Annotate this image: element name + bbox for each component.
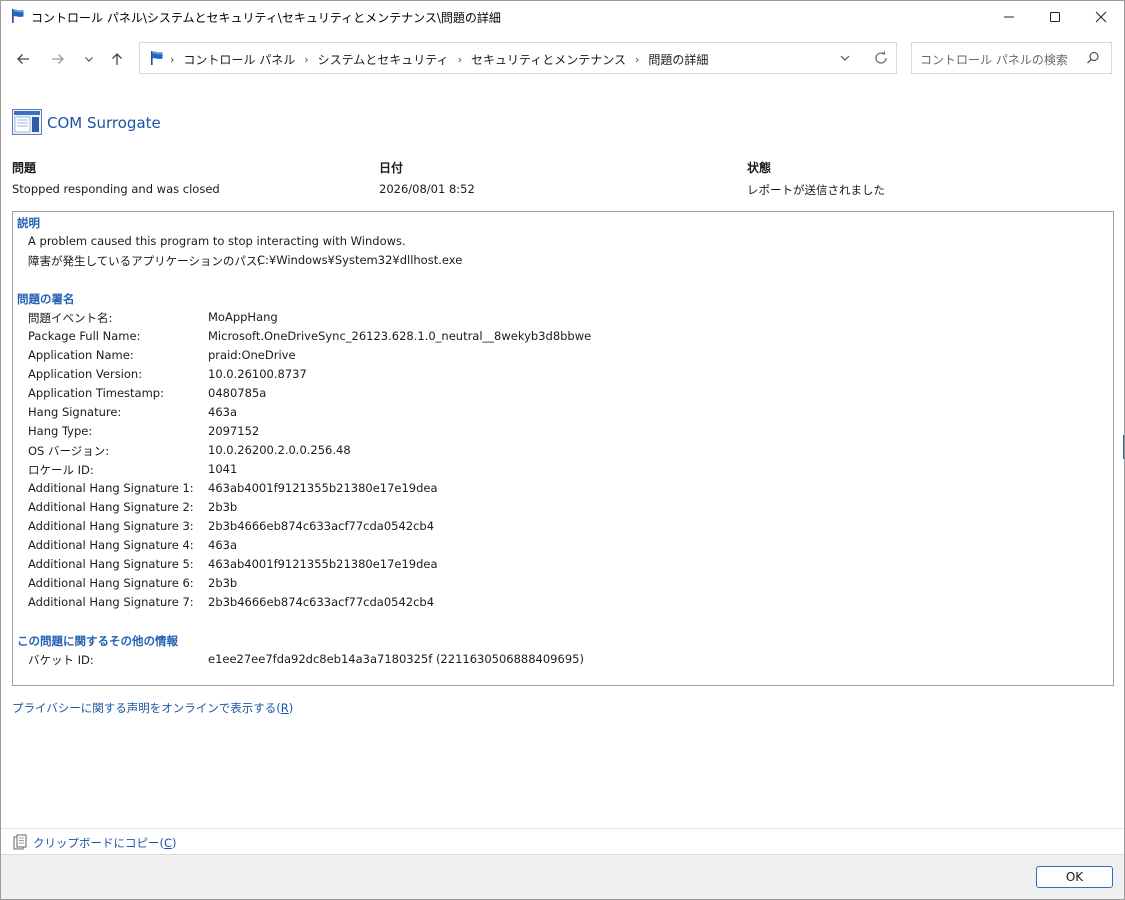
signature-row-label: Application Version: — [28, 367, 143, 381]
chevron-right-icon[interactable]: › — [304, 53, 308, 66]
chevron-down-icon — [85, 57, 93, 62]
chevron-right-icon[interactable]: › — [458, 53, 462, 66]
extra-info-section-title: この問題に関するその他の情報 — [17, 634, 178, 648]
arrow-left-icon — [17, 54, 29, 64]
details-panel: 説明 A problem caused this program to stop… — [12, 211, 1114, 686]
up-button[interactable] — [105, 47, 129, 71]
minimize-button[interactable] — [986, 1, 1032, 32]
signature-row-value: praid:OneDrive — [208, 348, 296, 362]
date-value: 2026/08/01 8:52 — [379, 182, 475, 196]
signature-row-value: 2b3b — [208, 500, 238, 514]
signature-row-label: Additional Hang Signature 3: — [28, 519, 194, 533]
signature-row-label: Application Timestamp: — [28, 386, 164, 400]
arrow-right-icon — [52, 54, 64, 64]
close-icon — [1095, 11, 1107, 22]
privacy-statement-link[interactable]: プライバシーに関する声明をオンラインで表示する(R) — [12, 700, 293, 716]
flag-icon — [12, 9, 24, 23]
copy-icon — [13, 834, 27, 850]
chevron-down-icon[interactable] — [838, 50, 852, 66]
signature-row-label: Additional Hang Signature 2: — [28, 500, 194, 514]
problem-details-window: コントロール パネル\システムとセキュリティ\セキュリティとメンテナンス\問題の… — [0, 0, 1125, 900]
bucket-id-label: バケット ID: — [28, 653, 94, 667]
signature-row-label: Additional Hang Signature 7: — [28, 595, 194, 609]
signature-row-label: Package Full Name: — [28, 329, 141, 343]
application-name: COM Surrogate — [47, 114, 161, 132]
problem-header: 問題 — [12, 161, 37, 175]
copy-link-end: ) — [172, 836, 177, 850]
signature-row-label: Additional Hang Signature 6: — [28, 576, 194, 590]
signature-row-value: 2b3b — [208, 576, 238, 590]
signature-row-value: 0480785a — [208, 386, 267, 400]
signature-row-value: 2b3b4666eb874c633acf77cda0542cb4 — [208, 595, 435, 609]
signature-row-value: 463ab4001f9121355b21380e17e19dea — [208, 557, 438, 571]
search-icon[interactable] — [1086, 51, 1100, 65]
privacy-link-text: プライバシーに関する声明をオンラインで表示する( — [12, 701, 281, 715]
signature-row-value: 10.0.26100.8737 — [208, 367, 307, 381]
status-header: 状態 — [747, 161, 772, 175]
faulting-path-label: 障害が発生しているアプリケーションのパス: — [28, 254, 262, 268]
bucket-id-value: e1ee27ee7fda92dc8eb14a3a7180325f (221163… — [208, 652, 584, 666]
date-header: 日付 — [379, 161, 404, 175]
signature-row-label: 問題イベント名: — [28, 311, 113, 325]
refresh-icon[interactable] — [873, 50, 889, 66]
description-section-title: 説明 — [17, 216, 40, 230]
search-input[interactable]: コントロール パネルの検索 — [920, 51, 1068, 68]
breadcrumb-control-panel[interactable]: コントロール パネル — [183, 51, 295, 68]
signature-row-value: 463a — [208, 405, 237, 419]
chevron-right-icon[interactable]: › — [635, 53, 639, 66]
close-button[interactable] — [1078, 1, 1124, 32]
minimize-icon — [1004, 16, 1014, 17]
signature-row-label: Hang Type: — [28, 424, 93, 438]
maximize-button[interactable] — [1032, 1, 1078, 32]
breadcrumb: › コントロール パネル › システムとセキュリティ › セキュリティとメンテナ… — [170, 51, 708, 68]
arrow-up-icon — [112, 53, 122, 65]
faulting-path-value: C:¥Windows¥System32¥dllhost.exe — [257, 253, 463, 267]
signature-row-value: 2b3b4666eb874c633acf77cda0542cb4 — [208, 519, 435, 533]
dialog-footer — [1, 854, 1124, 899]
navigation-bar: › コントロール パネル › システムとセキュリティ › セキュリティとメンテナ… — [1, 32, 1124, 86]
recent-locations-button[interactable] — [77, 47, 101, 71]
copy-link-text: クリップボードにコピー( — [33, 836, 164, 850]
maximize-icon — [1050, 11, 1060, 22]
search-box[interactable]: コントロール パネルの検索 — [911, 42, 1112, 74]
problem-value: Stopped responding and was closed — [12, 182, 220, 196]
signature-row-label: Additional Hang Signature 5: — [28, 557, 194, 571]
signature-row-label: Hang Signature: — [28, 405, 122, 419]
privacy-link-accesskey: R — [280, 701, 289, 715]
signature-row-value: 2097152 — [208, 424, 260, 438]
breadcrumb-problem-details[interactable]: 問題の詳細 — [648, 51, 708, 68]
application-window-icon — [12, 109, 42, 135]
privacy-link-end: ) — [288, 701, 294, 715]
status-value: レポートが送信されました — [747, 183, 885, 197]
signature-row-value: 463ab4001f9121355b21380e17e19dea — [208, 481, 438, 495]
forward-button[interactable] — [46, 47, 70, 71]
signature-row-label: OS バージョン: — [28, 444, 110, 458]
signature-row-label: Application Name: — [28, 348, 134, 362]
footer-divider — [1, 828, 1124, 829]
signature-row-value: Microsoft.OneDriveSync_26123.628.1.0_neu… — [208, 329, 592, 343]
back-button[interactable] — [11, 47, 35, 71]
chevron-right-icon: › — [170, 53, 175, 66]
window-title: コントロール パネル\システムとセキュリティ\セキュリティとメンテナンス\問題の… — [31, 11, 501, 25]
flag-icon — [151, 51, 163, 65]
signature-row-value: 10.0.26200.2.0.0.256.48 — [208, 443, 351, 457]
signature-section-title: 問題の署名 — [17, 292, 75, 306]
address-bar[interactable]: › コントロール パネル › システムとセキュリティ › セキュリティとメンテナ… — [139, 42, 897, 74]
signature-row-value: 1041 — [208, 462, 238, 476]
description-text: A problem caused this program to stop in… — [28, 234, 406, 248]
signature-row-value: 463a — [208, 538, 237, 552]
signature-row-label: Additional Hang Signature 4: — [28, 538, 194, 552]
signature-row-value: MoAppHang — [208, 310, 278, 324]
title-bar[interactable]: コントロール パネル\システムとセキュリティ\セキュリティとメンテナンス\問題の… — [1, 1, 1124, 32]
ok-button[interactable]: OK — [1036, 866, 1113, 888]
signature-row-label: ロケール ID: — [28, 463, 94, 477]
copy-link-accesskey: C — [164, 836, 173, 850]
signature-row-label: Additional Hang Signature 1: — [28, 481, 194, 495]
copy-to-clipboard-link[interactable]: クリップボードにコピー(C) — [33, 835, 177, 851]
breadcrumb-security-maintenance[interactable]: セキュリティとメンテナンス — [471, 51, 626, 68]
breadcrumb-system-security[interactable]: システムとセキュリティ — [318, 51, 449, 68]
